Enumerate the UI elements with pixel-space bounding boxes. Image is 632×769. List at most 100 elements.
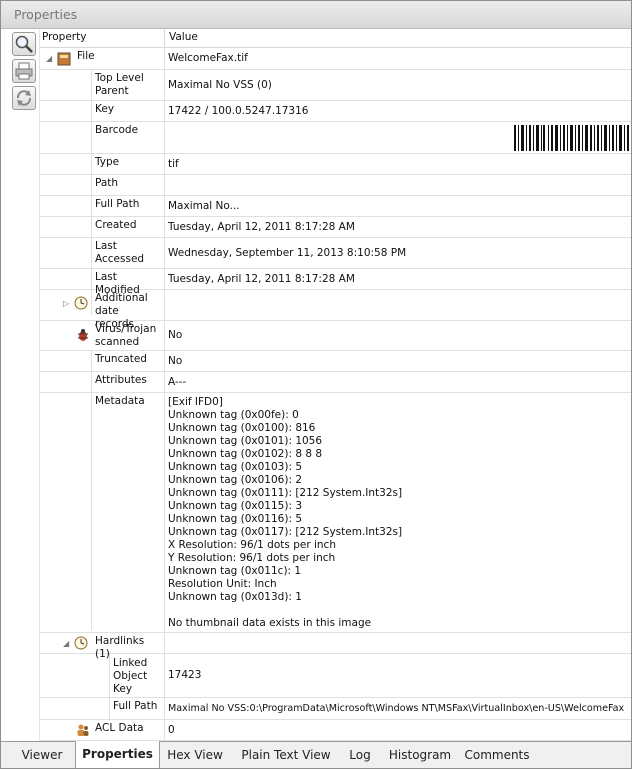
printer-icon bbox=[15, 62, 33, 80]
metadata-line: Unknown tag (0x0111): [212 System.Int32s… bbox=[168, 487, 403, 499]
properties-window: Properties Property Value ◢ File Welcome… bbox=[0, 0, 632, 769]
row-hardlinks[interactable]: ◢ Hardlinks (1) bbox=[40, 633, 631, 660]
property-value: Wednesday, September 11, 2013 8:10:58 PM bbox=[168, 246, 407, 259]
property-grid: Property Value ◢ File WelcomeFax.tif Top… bbox=[40, 29, 631, 741]
tab-properties[interactable]: Properties bbox=[75, 741, 160, 768]
metadata-line: [Exif IFD0] bbox=[168, 396, 223, 408]
property-value: 0 bbox=[168, 723, 175, 736]
property-label: Last Accessed bbox=[92, 238, 165, 268]
window-title: Properties bbox=[14, 7, 78, 22]
property-label: Barcode bbox=[92, 122, 165, 153]
row-hardlink-full-path[interactable]: Full Path Maximal No VSS:0:\ProgramData\… bbox=[40, 698, 631, 720]
barcode-image bbox=[514, 125, 629, 151]
row-top-level-parent[interactable]: Top Level Parent Maximal No VSS (0) bbox=[40, 70, 631, 101]
metadata-line: Unknown tag (0x013d): 1 bbox=[168, 591, 302, 603]
metadata-line: Unknown tag (0x0115): 3 bbox=[168, 500, 302, 512]
property-value bbox=[164, 122, 631, 153]
property-label: Virus/Trojan scanned bbox=[92, 321, 165, 350]
refresh-button[interactable] bbox=[12, 86, 36, 110]
row-truncated[interactable]: Truncated No bbox=[40, 351, 631, 372]
collapse-arrow-icon[interactable]: ◢ bbox=[46, 54, 52, 63]
property-label: ACL Data bbox=[92, 720, 165, 740]
property-value bbox=[164, 290, 631, 320]
tab-plain-text-view[interactable]: Plain Text View bbox=[235, 742, 337, 768]
row-created[interactable]: Created Tuesday, April 12, 2011 8:17:28 … bbox=[40, 217, 631, 238]
property-value: No bbox=[168, 329, 183, 341]
row-last-accessed[interactable]: Last Accessed Wednesday, September 11, 2… bbox=[40, 238, 631, 269]
property-label: Truncated bbox=[92, 351, 165, 371]
row-attributes[interactable]: Attributes A--- bbox=[40, 372, 631, 393]
row-metadata[interactable]: Metadata [Exif IFD0] Unknown tag (0x00fe… bbox=[40, 393, 631, 633]
metadata-line: Unknown tag (0x0100): 816 bbox=[168, 422, 316, 434]
metadata-line: Y Resolution: 96/1 dots per inch bbox=[168, 552, 336, 564]
property-label: Additional date records bbox=[92, 290, 165, 330]
tab-comments[interactable]: Comments bbox=[461, 742, 533, 768]
property-value: 17422 / 100.0.5247.17316 bbox=[168, 104, 309, 117]
tab-hex-view[interactable]: Hex View bbox=[161, 742, 229, 768]
row-path[interactable]: Path bbox=[40, 175, 631, 196]
row-file[interactable]: ◢ File WelcomeFax.tif bbox=[40, 48, 631, 70]
property-label: File bbox=[74, 48, 165, 69]
row-linked-object-key[interactable]: Linked Object Key 17423 bbox=[40, 654, 631, 698]
clock-icon bbox=[74, 636, 88, 650]
property-label: Created bbox=[92, 217, 165, 237]
property-label: Attributes bbox=[92, 372, 165, 392]
property-label: Top Level Parent bbox=[92, 70, 165, 100]
metadata-line: Unknown tag (0x0116): 5 bbox=[168, 513, 302, 525]
tool-column bbox=[1, 29, 40, 741]
collapse-arrow-icon[interactable]: ◢ bbox=[63, 639, 69, 648]
property-value: Tuesday, April 12, 2011 8:17:28 AM bbox=[168, 272, 355, 285]
column-header-value[interactable]: Value bbox=[165, 29, 631, 48]
refresh-icon bbox=[16, 90, 32, 106]
magnifier-icon bbox=[15, 35, 33, 53]
users-icon bbox=[77, 724, 89, 736]
property-value bbox=[164, 175, 631, 195]
metadata-line bbox=[168, 604, 627, 617]
property-label: Full Path bbox=[92, 196, 165, 216]
row-barcode[interactable]: Barcode bbox=[40, 122, 631, 154]
property-value: A--- bbox=[168, 375, 187, 388]
property-value: Maximal No VSS:0:\ProgramData\Microsoft\… bbox=[168, 703, 625, 714]
metadata-value: [Exif IFD0] Unknown tag (0x00fe): 0 Unkn… bbox=[164, 393, 631, 632]
metadata-line: No thumbnail data exists in this image bbox=[168, 617, 372, 629]
metadata-line: Unknown tag (0x0101): 1056 bbox=[168, 435, 323, 447]
row-acl-data[interactable]: ACL Data 0 bbox=[40, 720, 631, 741]
row-additional-dates[interactable]: ▷ Additional date records bbox=[40, 290, 631, 330]
property-label: Hardlinks (1) bbox=[92, 633, 165, 660]
metadata-line: Unknown tag (0x0117): [212 System.Int32s… bbox=[168, 526, 403, 538]
tab-viewer[interactable]: Viewer bbox=[11, 742, 73, 768]
property-label: Full Path bbox=[110, 698, 165, 719]
property-label: Key bbox=[92, 101, 165, 121]
row-type[interactable]: Type tif bbox=[40, 154, 631, 175]
property-value: Tuesday, April 12, 2011 8:17:28 AM bbox=[168, 220, 355, 233]
tab-histogram[interactable]: Histogram bbox=[385, 742, 455, 768]
metadata-line: Unknown tag (0x011c): 1 bbox=[168, 565, 302, 577]
property-value: tif bbox=[168, 157, 179, 170]
metadata-line: Unknown tag (0x0106): 2 bbox=[168, 474, 302, 486]
tab-log[interactable]: Log bbox=[341, 742, 379, 768]
property-label: Path bbox=[92, 175, 165, 195]
property-value: WelcomeFax.tif bbox=[168, 52, 248, 64]
metadata-line: Resolution Unit: Inch bbox=[168, 578, 277, 590]
metadata-line: X Resolution: 96/1 dots per inch bbox=[168, 539, 336, 551]
property-value bbox=[164, 633, 631, 653]
print-button[interactable] bbox=[12, 59, 36, 83]
title-bar: Properties bbox=[1, 1, 631, 29]
row-last-modified[interactable]: Last Modified Tuesday, April 12, 2011 8:… bbox=[40, 269, 631, 296]
property-label: Last Modified bbox=[92, 269, 165, 296]
property-label: Type bbox=[92, 154, 165, 174]
metadata-line: Unknown tag (0x0102): 8 8 8 bbox=[168, 448, 323, 460]
zoom-button[interactable] bbox=[12, 32, 36, 56]
row-key[interactable]: Key 17422 / 100.0.5247.17316 bbox=[40, 101, 631, 122]
metadata-line: Unknown tag (0x00fe): 0 bbox=[168, 409, 299, 421]
property-value: 17423 bbox=[168, 669, 202, 681]
expand-arrow-icon[interactable]: ▷ bbox=[63, 299, 69, 308]
property-value: Maximal No VSS (0) bbox=[168, 78, 272, 91]
metadata-line: Unknown tag (0x0103): 5 bbox=[168, 461, 302, 473]
row-full-path[interactable]: Full Path Maximal No... bbox=[40, 196, 631, 217]
row-virus-scanned[interactable]: Virus/Trojan scanned No bbox=[40, 321, 631, 351]
bottom-tab-bar: Viewer Properties Hex View Plain Text Vi… bbox=[1, 741, 631, 768]
property-value: No bbox=[168, 354, 183, 367]
property-value: Maximal No... bbox=[168, 199, 240, 212]
column-header-property[interactable]: Property bbox=[40, 29, 165, 48]
